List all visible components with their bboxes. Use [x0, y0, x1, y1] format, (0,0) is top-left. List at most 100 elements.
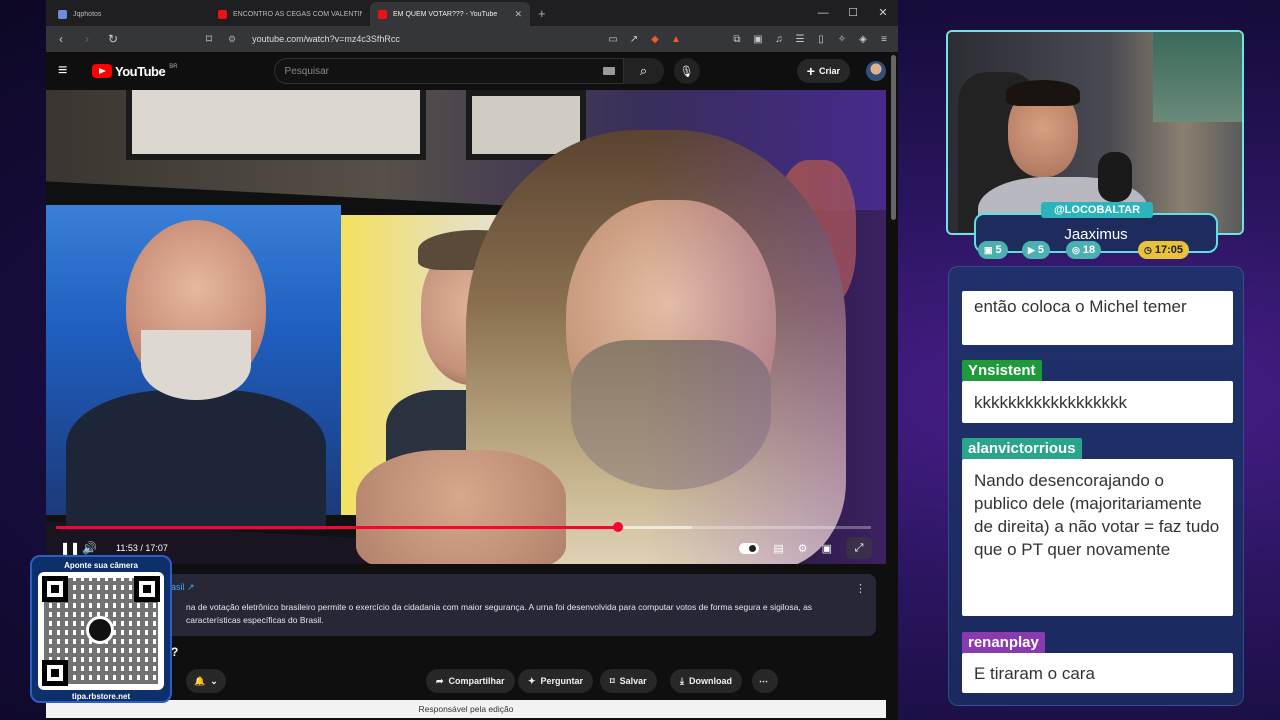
share-button[interactable]: ➦ Compartilhar [426, 669, 515, 693]
site-info-icon[interactable]: ⚙ [228, 34, 236, 45]
close-tab-icon[interactable]: ✕ [514, 9, 522, 20]
youtube-icon [378, 9, 387, 19]
close-icon[interactable]: ✕ [868, 0, 898, 26]
subtitles-icon[interactable]: ▤ [773, 542, 783, 555]
notifications-button[interactable]: 🔔 ⌄ [186, 669, 226, 693]
info-source-link[interactable]: rasil ↗ [168, 582, 864, 593]
tab-label: EM QUEM VOTAR??? - YouTube [393, 10, 498, 18]
fullscreen-button[interactable]: ⤢ [846, 537, 872, 559]
maximize-icon[interactable]: ☐ [838, 0, 868, 26]
microphone-image [1098, 152, 1132, 202]
cast-icon[interactable]: ▭ [607, 34, 619, 45]
keyboard-icon[interactable] [602, 67, 615, 75]
twitch-count: 5 [995, 244, 1002, 256]
fullscreen-icon: ⤢ [854, 541, 864, 554]
minimize-icon[interactable]: — [808, 0, 838, 26]
qr-overlay: Aponte sua câmera tipa.rbstore.net [30, 555, 172, 703]
streamer-handle: @LOCOBALTAR [1041, 202, 1153, 218]
tab-bar: Jqphotos ENCONTRO ÀS CEGAS COM VALENTINA… [46, 0, 898, 26]
chat-message: Nando desencorajando o publico dele (maj… [962, 459, 1233, 616]
ai-icon[interactable]: ✧ [836, 34, 848, 45]
chat-username: renanplay [962, 632, 1045, 653]
qr-caption: Aponte sua câmera [64, 561, 138, 570]
webcam-window-view [1153, 32, 1242, 122]
kick-count: 18 [1082, 244, 1096, 256]
search-placeholder: Pesquisar [284, 65, 329, 77]
player-right-controls: ▤ ⚙ ▣ ⤢ [739, 537, 872, 559]
new-tab-button[interactable]: + [538, 2, 546, 26]
chat-message: então coloca o Michel temer [962, 291, 1233, 345]
settings-icon[interactable]: ⚙ [798, 542, 808, 555]
video-title: ? [171, 645, 179, 659]
qr-url: tipa.rbstore.net [71, 692, 131, 701]
save-button[interactable]: ⌑ Salvar [600, 669, 657, 693]
video-actions: 🔔 ⌄ ➦ Compartilhar ✦ Perguntar ⌑ Salvar … [186, 669, 886, 693]
page-scrollbar[interactable] [891, 55, 896, 220]
sidebar-icon[interactable]: ▯ [815, 34, 827, 45]
pause-icon[interactable]: ❚❚ [60, 541, 82, 555]
sparkle-icon: ✦ [528, 675, 536, 686]
qr-finder [134, 576, 160, 602]
miniplayer-icon[interactable]: ▣ [822, 542, 832, 555]
reading-list-icon[interactable]: ☰ [794, 34, 806, 45]
chat-message: E tiraram o cara [962, 653, 1233, 693]
back-icon[interactable]: ‹ [54, 32, 68, 46]
time-display: 11:53 / 17:07 [116, 543, 168, 553]
light-overlay [646, 90, 886, 564]
avatar[interactable] [866, 61, 886, 81]
plus-icon: + [806, 63, 815, 79]
played-bar [56, 526, 619, 529]
twitch-icon: ▣ [984, 244, 993, 255]
youtube-icon [218, 9, 227, 19]
progress-bar[interactable] [56, 522, 871, 532]
kick-icon: ◎ [1072, 244, 1080, 255]
extension-toolbar: ▭ ↗ ◆ ▲ ⧉ ▣ ♫ ☰ ▯ ✧ ◈ ≡ [607, 34, 890, 45]
tab-jqphotos[interactable]: Jqphotos [50, 2, 210, 26]
music-icon[interactable]: ♫ [773, 34, 785, 45]
kick-count-badge: ◎ 18 [1066, 241, 1102, 259]
youtube-count-badge: ▶ 5 [1022, 241, 1051, 259]
share-icon: ➦ [436, 675, 444, 686]
window-controls: — ☐ ✕ [808, 0, 898, 26]
search-input[interactable]: Pesquisar [273, 58, 624, 84]
reload-icon[interactable]: ↻ [106, 32, 120, 46]
extensions-icon[interactable]: ⧉ [731, 34, 743, 45]
menu-icon[interactable]: ≡ [878, 34, 890, 45]
youtube-logo[interactable]: YouTube BR [92, 64, 178, 79]
chat-username: alanvictorrious [962, 438, 1082, 459]
share-icon[interactable]: ↗ [628, 34, 640, 45]
screenshot-icon[interactable]: ▣ [752, 34, 764, 45]
uptime-value: 17:05 [1154, 244, 1183, 256]
tab-encontro[interactable]: ENCONTRO ÀS CEGAS COM VALENTINA BAU [210, 2, 370, 26]
bookmark-icon: ⌑ [610, 675, 615, 686]
download-button[interactable]: ⤓ Download [670, 669, 742, 693]
tab-em-quem-votar[interactable]: EM QUEM VOTAR??? - YouTube ✕ [370, 2, 530, 26]
bookmark-icon[interactable]: ⌑ [202, 32, 216, 46]
region-code: BR [169, 63, 178, 70]
wall-frame [126, 90, 426, 160]
share-label: Compartilhar [448, 676, 505, 686]
youtube-header: ≡ YouTube BR Pesquisar ⌕ 🎙 + Criar [46, 52, 898, 90]
search-button[interactable]: ⌕ [623, 58, 664, 84]
rewards-icon[interactable]: ▲ [670, 34, 682, 45]
autoplay-toggle[interactable] [739, 542, 760, 554]
info-text: na de votação eletrônico brasileiro perm… [186, 602, 813, 625]
brave-shield-icon[interactable]: ◆ [649, 34, 661, 45]
address-bar: ‹ › ↻ ⌑ ⚙ youtube.com/watch?v=mz4c3SfhRc… [46, 26, 898, 52]
forward-icon[interactable]: › [80, 32, 94, 46]
person-beard [141, 330, 251, 400]
chevron-down-icon: ⌄ [210, 675, 218, 686]
more-actions-button[interactable]: ⋯ [752, 669, 778, 693]
create-button[interactable]: + Criar [796, 59, 850, 83]
more-options-icon[interactable]: ⋮ [855, 582, 866, 595]
ask-button[interactable]: ✦ Perguntar [518, 669, 594, 693]
qr-code [38, 572, 164, 690]
vpn-icon[interactable]: ◈ [857, 34, 869, 45]
volume-icon[interactable]: 🔊 [82, 541, 104, 555]
url-field[interactable]: youtube.com/watch?v=mz4c3SfhRcc [252, 34, 400, 44]
voice-search-button[interactable]: 🎙 [673, 58, 700, 84]
hamburger-menu-icon[interactable]: ≡ [58, 62, 80, 80]
tab-label: ENCONTRO ÀS CEGAS COM VALENTINA BAU [233, 10, 362, 18]
video-player[interactable]: ❚❚ 🔊 11:53 / 17:07 ▤ ⚙ ▣ ⤢ [46, 90, 886, 564]
qr-finder [42, 576, 68, 602]
